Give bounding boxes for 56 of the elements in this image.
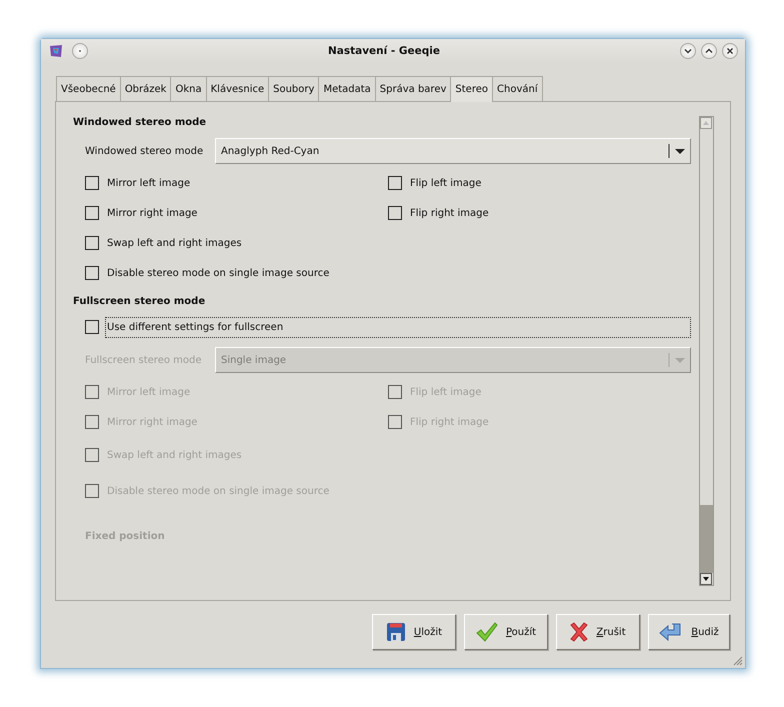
tab[interactable]: Okna	[170, 76, 206, 101]
return-arrow-icon	[659, 622, 684, 642]
checkbox-label: Flip right image	[410, 208, 489, 218]
checkbox-label: Mirror right image	[107, 208, 198, 218]
checkbox[interactable]	[388, 176, 402, 190]
dialog-button[interactable]: Zrušit	[556, 614, 640, 650]
tab[interactable]: Správa barev	[374, 76, 450, 101]
dropdown-arrow-icon	[668, 352, 688, 368]
dialog-button[interactable]: Použít	[464, 614, 548, 650]
tab[interactable]: Klávesnice	[206, 76, 268, 101]
mode-label: Fullscreen stereo mode	[85, 354, 203, 366]
checkbox-label: Mirror left image	[107, 386, 190, 398]
mode-label: Windowed stereo mode	[85, 146, 204, 156]
tab[interactable]: Stereo	[450, 76, 492, 102]
checkbox-label: Use different settings for fullscreen	[105, 316, 691, 338]
resize-grip-icon[interactable]	[731, 654, 743, 666]
dot-icon	[77, 48, 83, 54]
checkbox-label: Flip left image	[410, 178, 482, 188]
tab[interactable]: Metadata	[318, 76, 375, 101]
chevron-down-icon	[684, 47, 692, 55]
section-heading: Fullscreen stereo mode	[73, 296, 206, 309]
tab[interactable]: Všeobecné	[56, 76, 120, 101]
app-icon	[48, 43, 64, 59]
window-title: Nastavení - Geeqie	[326, 45, 442, 57]
checkbox-label: Mirror left image	[107, 178, 190, 188]
checkbox-label: Swap left and right images	[107, 238, 242, 248]
checkmark-icon	[476, 622, 498, 642]
checkbox[interactable]	[85, 206, 99, 220]
tab[interactable]: Soubory	[268, 76, 318, 101]
checkbox[interactable]	[85, 176, 99, 190]
mode-dropdown[interactable]: Anaglyph Red-Cyan	[215, 138, 691, 164]
checkbox-label: Flip left image	[410, 386, 482, 398]
dialog-button[interactable]: Budiž	[648, 614, 730, 650]
checkbox[interactable]	[85, 266, 99, 280]
checkbox[interactable]	[388, 206, 402, 220]
minimize-button[interactable]	[680, 43, 696, 59]
checkbox-label: Flip right image	[410, 416, 489, 428]
scroll-down-icon[interactable]	[700, 573, 712, 585]
checkbox-label: Disable stereo mode on single image source	[107, 486, 330, 496]
cancel-x-icon	[570, 622, 588, 642]
checkbox-label: Disable stereo mode on single image source	[107, 268, 330, 278]
scrollbar[interactable]	[699, 116, 714, 586]
chevron-up-icon	[705, 47, 713, 55]
close-button[interactable]	[722, 43, 738, 59]
section-heading: Fixed position	[85, 531, 166, 542]
section-heading: Windowed stereo mode	[73, 117, 208, 130]
tab[interactable]: Obrázek	[120, 76, 170, 101]
scrollbar-thumb[interactable]	[700, 505, 713, 573]
dropdown-arrow-icon	[668, 143, 688, 159]
checkbox-label: Swap left and right images	[107, 450, 242, 460]
checkbox-label: Mirror right image	[107, 416, 198, 428]
checkbox[interactable]	[85, 236, 99, 250]
close-icon	[726, 47, 734, 55]
dialog-button[interactable]: Uložit	[372, 614, 456, 650]
maximize-button[interactable]	[701, 43, 717, 59]
tab[interactable]: Chování	[492, 76, 543, 101]
